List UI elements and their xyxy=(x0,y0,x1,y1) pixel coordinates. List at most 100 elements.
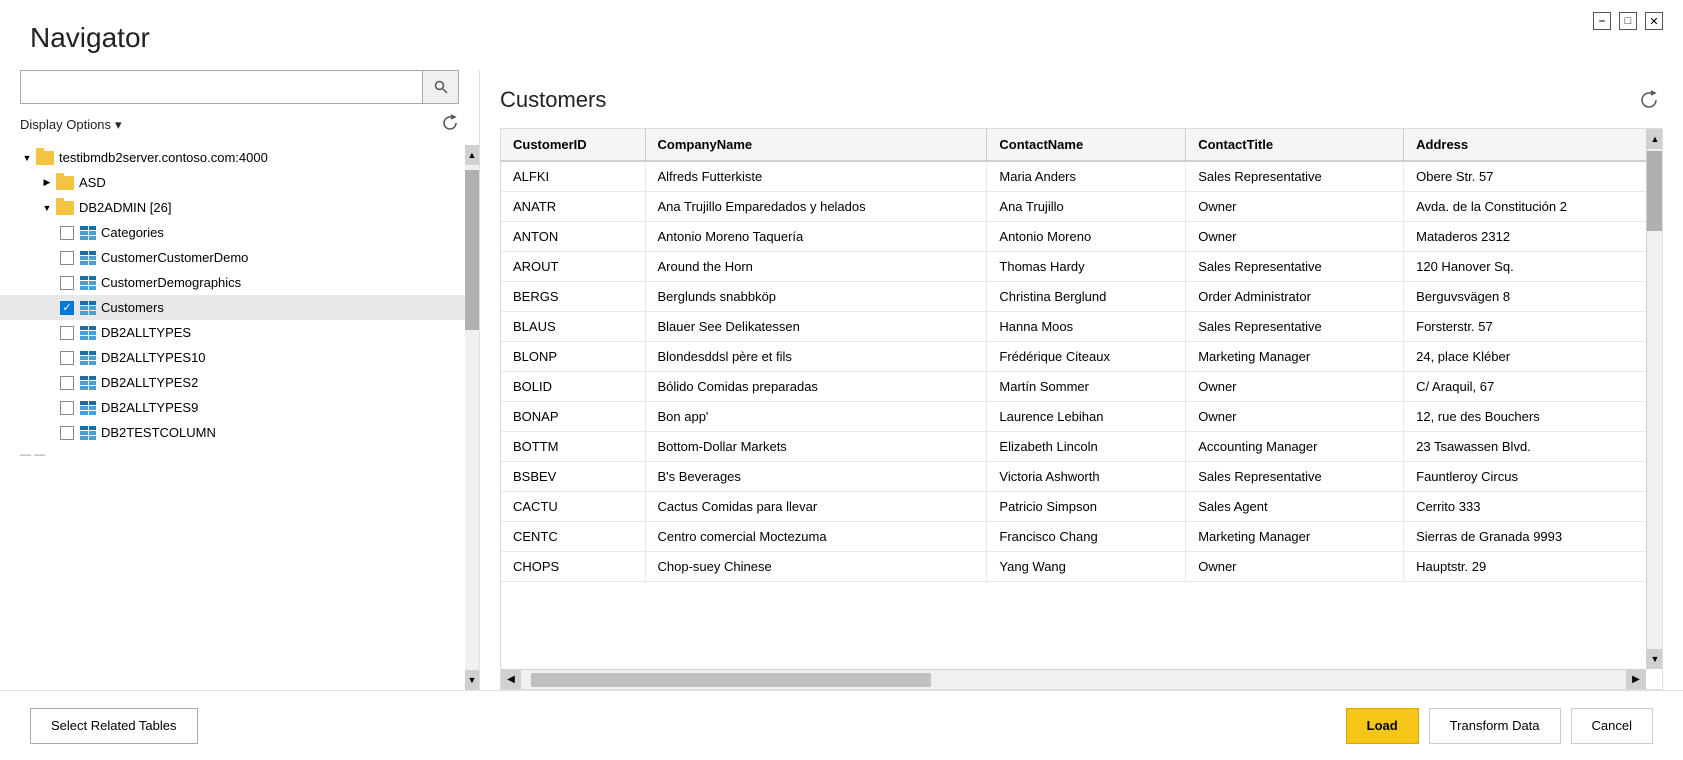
checkbox-customers[interactable]: ✓ xyxy=(60,301,74,315)
table-cell: C/ Araquil, 67 xyxy=(1404,372,1662,402)
col-header-contacttitle: ContactTitle xyxy=(1186,129,1404,161)
table-row: ALFKIAlfreds FutterkisteMaria AndersSale… xyxy=(501,161,1662,192)
tree-item-customerdemographics[interactable]: CustomerDemographics xyxy=(0,270,479,295)
table-cell: 23 Tsawassen Blvd. xyxy=(1404,432,1662,462)
window-controls: ⎯ □ ✕ xyxy=(1593,12,1663,30)
table-row: CACTUCactus Comidas para llevarPatricio … xyxy=(501,492,1662,522)
dialog-title: Navigator xyxy=(0,0,1683,70)
tree-item-db2alltypes10[interactable]: DB2ALLTYPES10 xyxy=(0,345,479,370)
tree-scroll-down-btn[interactable]: ▼ xyxy=(465,670,479,690)
table-row: ANTONAntonio Moreno TaqueríaAntonio More… xyxy=(501,222,1662,252)
checkbox-customercustomerdemo[interactable] xyxy=(60,251,74,265)
right-header: Customers xyxy=(500,86,1663,114)
table-cell: BOTTM xyxy=(501,432,645,462)
load-button[interactable]: Load xyxy=(1346,708,1419,744)
folder-icon-asd xyxy=(56,176,74,190)
table-row: BOLIDBólido Comidas preparadasMartín Som… xyxy=(501,372,1662,402)
tree-item-customers[interactable]: ✓ Customers xyxy=(0,295,479,320)
table-cell: Chop-suey Chinese xyxy=(645,552,987,582)
checkbox-db2alltypes2[interactable] xyxy=(60,376,74,390)
table-header: CustomerID CompanyName ContactName Conta… xyxy=(501,129,1662,161)
data-table: CustomerID CompanyName ContactName Conta… xyxy=(501,129,1662,582)
table-cell: Hauptstr. 29 xyxy=(1404,552,1662,582)
table-cell: AROUT xyxy=(501,252,645,282)
tree-item-label-customercustomerdemo: CustomerCustomerDemo xyxy=(101,250,248,265)
table-refresh-button[interactable] xyxy=(1635,86,1663,114)
table-v-scroll-thumb[interactable] xyxy=(1647,151,1663,231)
table-cell: Hanna Moos xyxy=(987,312,1186,342)
table-cell: CENTC xyxy=(501,522,645,552)
table-cell: Owner xyxy=(1186,402,1404,432)
tree-item-label-categories: Categories xyxy=(101,225,164,240)
table-row: BONAPBon app'Laurence LebihanOwner12, ru… xyxy=(501,402,1662,432)
tree-item-db2admin[interactable]: ▼ DB2ADMIN [26] xyxy=(0,195,479,220)
dialog-footer: Select Related Tables Load Transform Dat… xyxy=(0,690,1683,760)
table-cell: Bólido Comidas preparadas xyxy=(645,372,987,402)
checkbox-db2testcolumn[interactable] xyxy=(60,426,74,440)
col-header-customerid: CustomerID xyxy=(501,129,645,161)
table-row: CENTCCentro comercial MoctezumaFrancisco… xyxy=(501,522,1662,552)
checkbox-db2alltypes10[interactable] xyxy=(60,351,74,365)
table-cell: 120 Hanover Sq. xyxy=(1404,252,1662,282)
table-cell: Owner xyxy=(1186,372,1404,402)
search-input[interactable] xyxy=(21,71,422,103)
table-scroll-container[interactable]: CustomerID CompanyName ContactName Conta… xyxy=(501,129,1662,689)
table-cell: CHOPS xyxy=(501,552,645,582)
h-scroll-left-btn[interactable]: ◀ xyxy=(501,670,521,690)
display-options-button[interactable]: Display Options ▾ xyxy=(0,114,479,145)
table-cell: Berguvsvägen 8 xyxy=(1404,282,1662,312)
tree-item-db2alltypes2[interactable]: DB2ALLTYPES2 xyxy=(0,370,479,395)
tree-item-asd[interactable]: ▶ ASD xyxy=(0,170,479,195)
table-row: BSBEVB's BeveragesVictoria AshworthSales… xyxy=(501,462,1662,492)
checkbox-db2alltypes9[interactable] xyxy=(60,401,74,415)
tree-item-db2testcolumn[interactable]: DB2TESTCOLUMN xyxy=(0,420,479,445)
select-related-tables-button[interactable]: Select Related Tables xyxy=(30,708,198,744)
h-scroll-right-btn[interactable]: ▶ xyxy=(1626,670,1646,690)
maximize-button[interactable]: □ xyxy=(1619,12,1637,30)
transform-data-button[interactable]: Transform Data xyxy=(1429,708,1561,744)
table-cell: BSBEV xyxy=(501,462,645,492)
refresh-nav-button[interactable] xyxy=(441,114,459,135)
tree-item-categories[interactable]: Categories xyxy=(0,220,479,245)
footer-right: Load Transform Data Cancel xyxy=(1346,708,1653,744)
tree-item-label-db2alltypes10: DB2ALLTYPES10 xyxy=(101,350,206,365)
checkbox-db2alltypes[interactable] xyxy=(60,326,74,340)
tree-server-root[interactable]: ▼ testibmdb2server.contoso.com:4000 xyxy=(0,145,479,170)
table-icon-db2alltypes10 xyxy=(80,351,96,365)
table-cell: BLAUS xyxy=(501,312,645,342)
close-button[interactable]: ✕ xyxy=(1645,12,1663,30)
table-row: AROUTAround the HornThomas HardySales Re… xyxy=(501,252,1662,282)
table-scroll-up-btn[interactable]: ▲ xyxy=(1647,129,1663,149)
table-row: ANATRAna Trujillo Emparedados y heladosA… xyxy=(501,192,1662,222)
table-cell: Sales Representative xyxy=(1186,312,1404,342)
table-cell: Ana Trujillo Emparedados y helados xyxy=(645,192,987,222)
table-cell: BONAP xyxy=(501,402,645,432)
h-scroll-thumb[interactable] xyxy=(531,673,931,687)
right-panel-title: Customers xyxy=(500,87,606,113)
table-cell: Centro comercial Moctezuma xyxy=(645,522,987,552)
table-scroll-down-btn[interactable]: ▼ xyxy=(1647,649,1663,669)
navigator-dialog: Navigator Display Options ▾ xyxy=(0,0,1683,760)
table-cell: Owner xyxy=(1186,192,1404,222)
tree-item-db2alltypes[interactable]: DB2ALLTYPES xyxy=(0,320,479,345)
tree-item-label-db2admin: DB2ADMIN [26] xyxy=(79,200,171,215)
table-icon-customercustomerdemo xyxy=(80,251,96,265)
cancel-button[interactable]: Cancel xyxy=(1571,708,1653,744)
tree-item-label-customers: Customers xyxy=(101,300,164,315)
table-icon-db2alltypes9 xyxy=(80,401,96,415)
checkbox-customerdemographics[interactable] xyxy=(60,276,74,290)
footer-left: Select Related Tables xyxy=(30,708,198,744)
table-cell: Yang Wang xyxy=(987,552,1186,582)
tree-item-customercustomerdemo[interactable]: CustomerCustomerDemo xyxy=(0,245,479,270)
table-icon-db2alltypes2 xyxy=(80,376,96,390)
tree-item-db2alltypes9[interactable]: DB2ALLTYPES9 xyxy=(0,395,479,420)
minimize-button[interactable]: ⎯ xyxy=(1593,12,1611,30)
checkbox-categories[interactable] xyxy=(60,226,74,240)
table-cell: Cerrito 333 xyxy=(1404,492,1662,522)
tree-scroll-up-btn[interactable]: ▲ xyxy=(465,145,479,165)
table-body: ALFKIAlfreds FutterkisteMaria AndersSale… xyxy=(501,161,1662,582)
search-button[interactable] xyxy=(422,71,458,103)
table-cell: Sales Representative xyxy=(1186,252,1404,282)
table-cell: CACTU xyxy=(501,492,645,522)
tree-scroll-thumb[interactable] xyxy=(465,170,479,330)
